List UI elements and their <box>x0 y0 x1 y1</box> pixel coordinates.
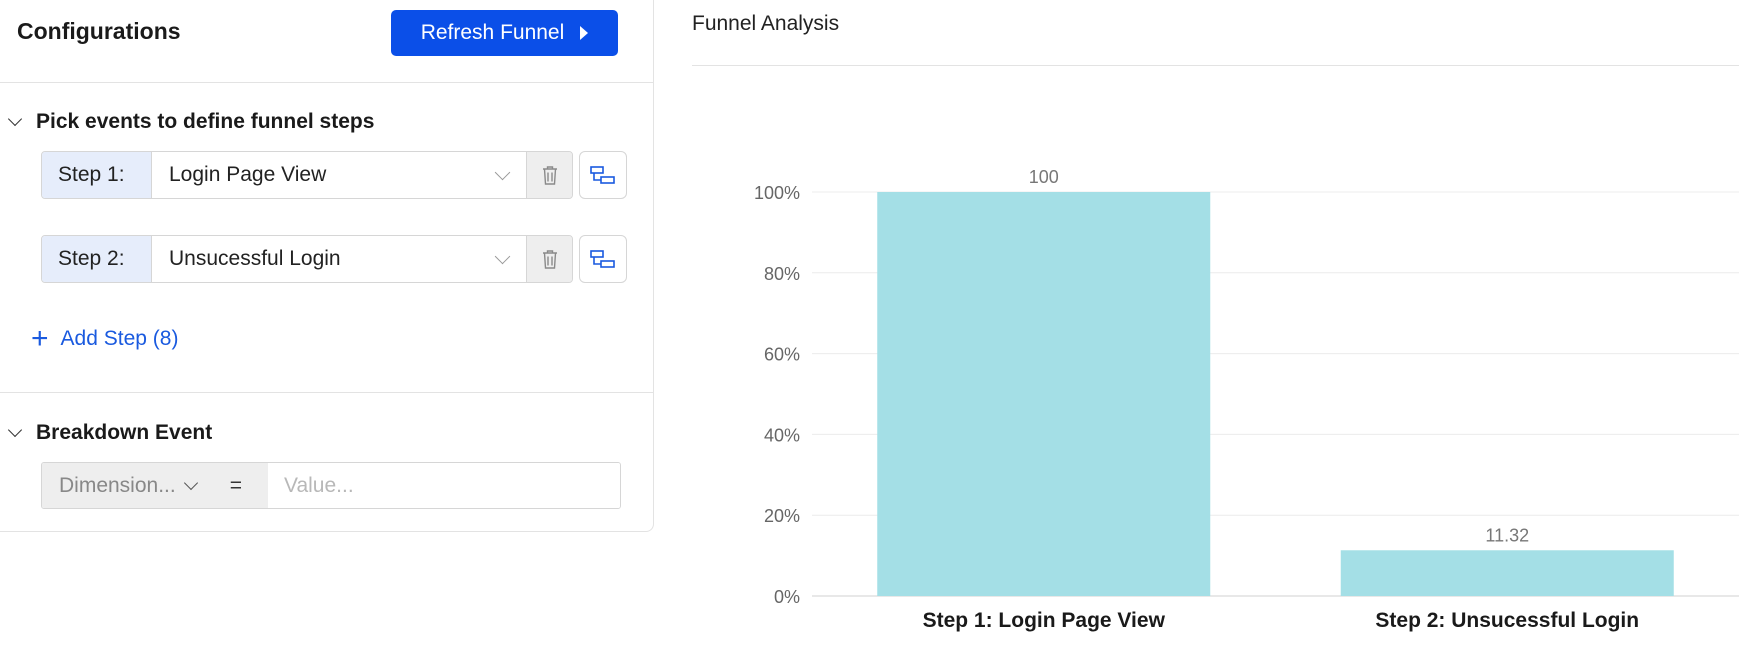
trash-icon <box>542 166 557 185</box>
funnel-step-row: Step 1: Login Page View <box>41 151 627 199</box>
data-label: 100 <box>1029 167 1059 187</box>
funnel-step-1: Step 1: Login Page View <box>41 151 573 199</box>
step-event-value: Login Page View <box>169 163 327 186</box>
breakdown-section-toggle[interactable]: Breakdown Event <box>6 421 212 445</box>
chevron-down-icon <box>494 164 511 180</box>
dimension-select[interactable]: Dimension... = <box>42 463 268 508</box>
y-tick-label: 20% <box>764 506 800 526</box>
y-tick-label: 60% <box>764 345 800 365</box>
dimension-label: Dimension... <box>59 473 176 497</box>
y-tick-label: 40% <box>764 425 800 445</box>
funnel-step-2: Step 2: Unsucessful Login <box>41 235 573 283</box>
chevron-down-icon <box>7 422 23 438</box>
flow-icon <box>590 250 615 268</box>
configurations-panel: Configurations Refresh Funnel Pick event… <box>0 0 654 532</box>
step-1-event-select[interactable]: Login Page View <box>152 152 526 198</box>
chevron-down-icon <box>183 475 198 490</box>
divider <box>0 392 654 393</box>
flow-icon <box>590 166 615 184</box>
funnel-analysis-title: Funnel Analysis <box>692 12 840 35</box>
data-label: 11.32 <box>1485 525 1529 545</box>
funnel-steps-section-toggle[interactable]: Pick events to define funnel steps <box>6 110 374 134</box>
step-label: Step 1: <box>42 152 152 198</box>
step-label: Step 2: <box>42 236 152 282</box>
refresh-funnel-label: Refresh Funnel <box>420 21 565 44</box>
x-tick-label: Step 2: Unsucessful Login <box>1375 609 1639 632</box>
breakdown-filter: Dimension... = <box>41 462 621 509</box>
breakdown-header: Breakdown Event <box>36 421 213 444</box>
step-2-event-select[interactable]: Unsucessful Login <box>152 236 526 282</box>
funnel-step-row: Step 2: Unsucessful Login <box>41 235 627 283</box>
breakdown-value-input[interactable] <box>268 463 620 508</box>
play-icon <box>580 26 589 40</box>
y-tick-label: 80% <box>764 264 800 284</box>
step-2-flow-button[interactable] <box>579 235 627 283</box>
funnel-chart: 0% 20% 40% 60% 80% 100% 100 Step 1: Login Page … <box>754 167 1739 632</box>
add-step-button[interactable]: + Add Step (8) <box>31 322 179 355</box>
step-1-delete-button[interactable] <box>526 152 572 198</box>
plus-icon: + <box>31 322 49 355</box>
x-tick-label: Step 1: Login Page View <box>923 609 1166 632</box>
bar <box>877 192 1211 596</box>
chevron-down-icon <box>494 248 511 264</box>
divider <box>0 82 654 83</box>
y-tick-label: 100% <box>754 183 800 203</box>
add-step-label: Add Step (8) <box>60 327 179 350</box>
step-event-value: Unsucessful Login <box>169 247 341 270</box>
divider <box>692 65 1739 66</box>
step-2-delete-button[interactable] <box>526 236 572 282</box>
y-tick-label: 0% <box>774 587 800 607</box>
step-1-flow-button[interactable] <box>579 151 627 199</box>
refresh-funnel-button[interactable]: Refresh Funnel <box>391 10 618 56</box>
equals-operator: = <box>229 473 242 497</box>
trash-icon <box>542 250 557 269</box>
bar <box>1340 550 1674 596</box>
funnel-steps-header: Pick events to define funnel steps <box>36 110 375 133</box>
chevron-down-icon <box>7 111 23 127</box>
configurations-title: Configurations <box>17 18 181 44</box>
